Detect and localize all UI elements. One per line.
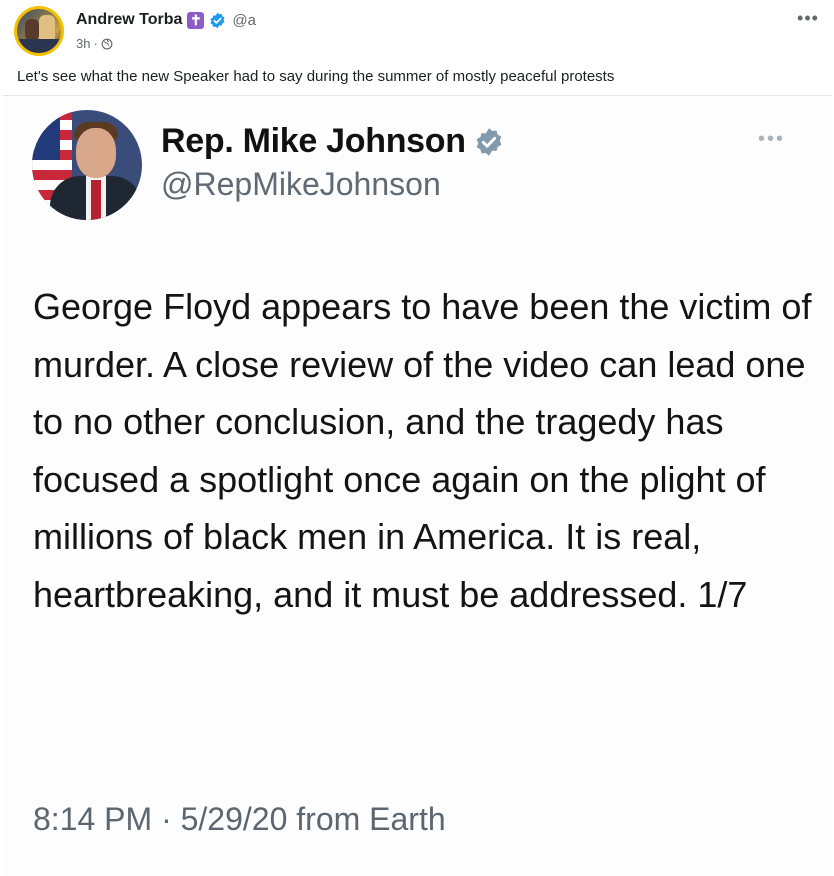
post-text: Let's see what the new Speaker had to sa… [17,68,615,85]
author-handle[interactable]: @a [232,12,256,29]
tweet-timestamp: 8:14 PM · 5/29/20 from Earth [33,801,446,837]
cross-badge-icon: ✝ [187,11,205,29]
post-time[interactable]: 3h [76,36,90,51]
meta-separator: · [93,36,98,51]
tweet-more-icon: ••• [758,128,786,150]
more-options-icon[interactable]: ••• [796,9,820,30]
embedded-tweet-image[interactable]: Rep. Mike Johnson @RepMikeJohnson ••• Ge… [3,95,831,876]
tweet-author-handle: @RepMikeJohnson [161,166,441,202]
tweet-author-name: Rep. Mike Johnson [161,122,466,160]
tweet-body: George Floyd appears to have been the vi… [33,286,812,615]
tweet-author-avatar [32,110,142,220]
post-header: Andrew Torba ✝ @a 3h · ••• [14,6,820,62]
tweet-name-line: Rep. Mike Johnson [161,122,504,161]
author-name[interactable]: Andrew Torba [76,11,182,29]
author-line: Andrew Torba ✝ @a [76,11,256,29]
author-avatar[interactable] [14,6,64,56]
post-meta: 3h · [76,36,113,51]
tweet-verified-icon [476,127,502,156]
globe-icon [101,38,113,49]
verified-check-icon [210,12,225,28]
